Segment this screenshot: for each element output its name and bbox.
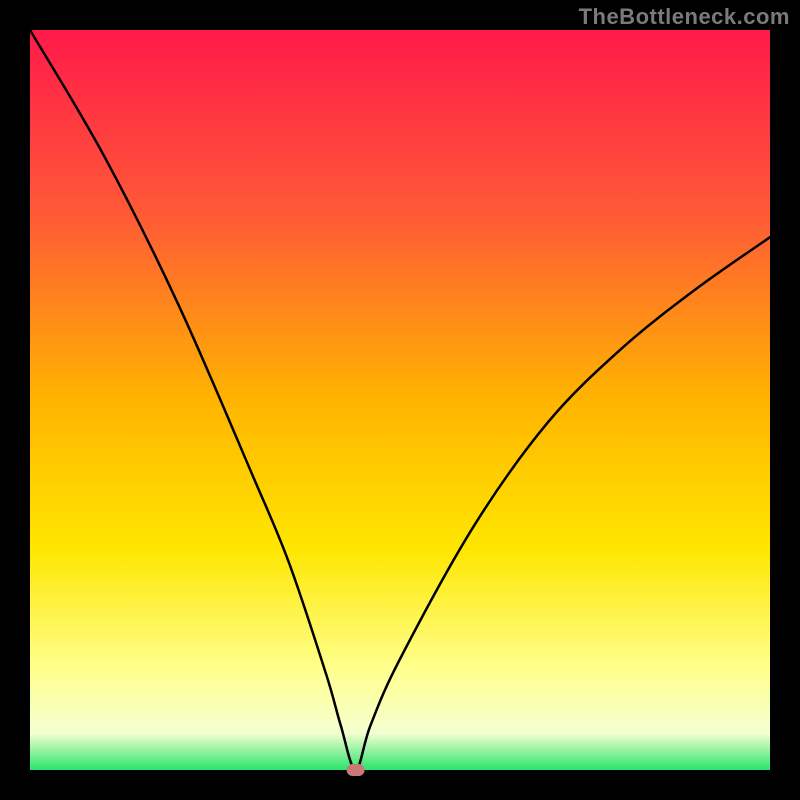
optimum-marker [347, 764, 365, 776]
chart-container: TheBottleneck.com [0, 0, 800, 800]
watermark-text: TheBottleneck.com [579, 4, 790, 30]
bottleneck-chart [0, 0, 800, 800]
